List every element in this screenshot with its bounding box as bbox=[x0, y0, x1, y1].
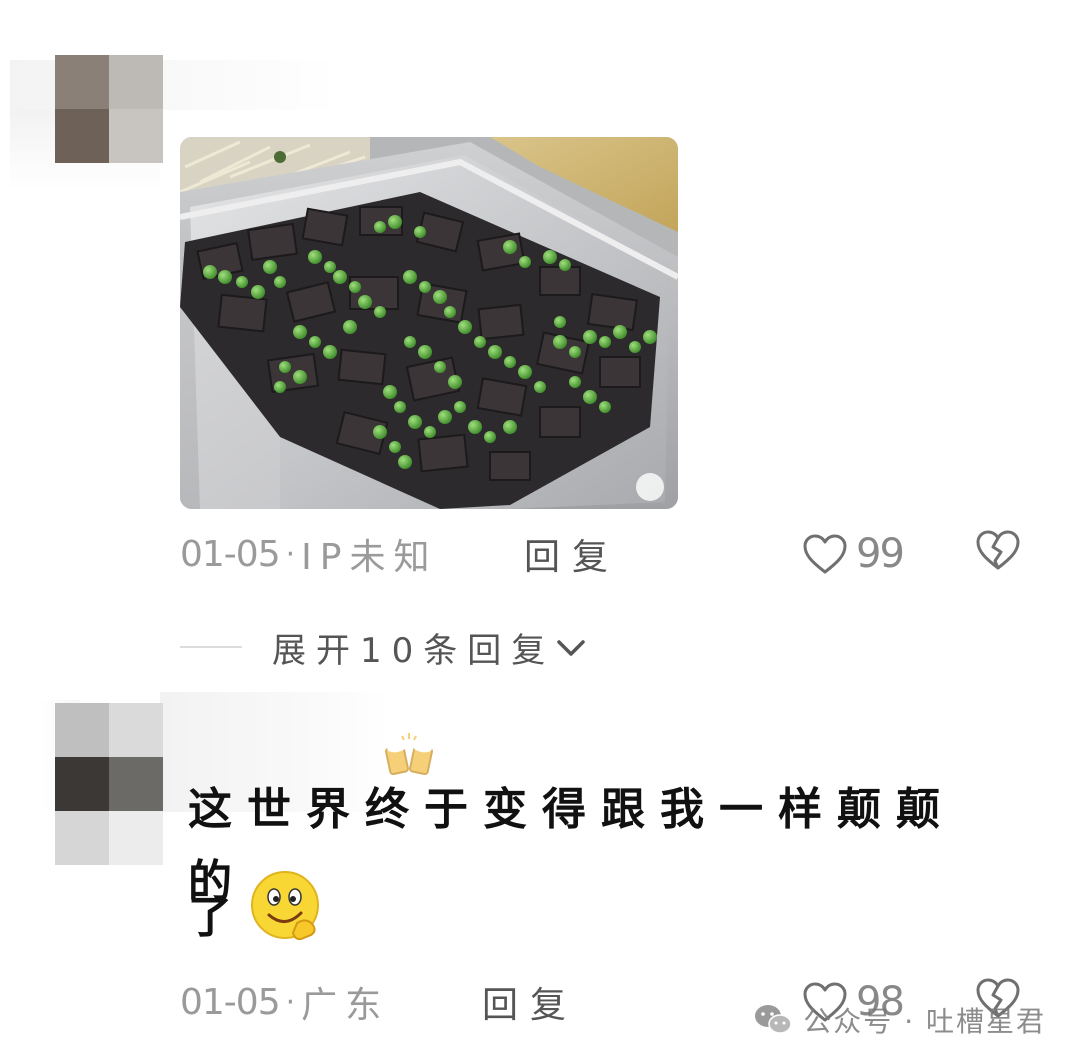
expand-replies-label: 展开10条回复 bbox=[272, 630, 556, 671]
avatar[interactable] bbox=[55, 703, 163, 865]
like-button[interactable]: 99 bbox=[802, 531, 905, 577]
expand-replies-button[interactable]: 展开10条回复 bbox=[180, 622, 587, 672]
divider-line bbox=[180, 646, 242, 648]
avatar[interactable] bbox=[55, 55, 163, 163]
meta-separator: · bbox=[285, 536, 296, 572]
wechat-icon bbox=[755, 1005, 793, 1034]
reply-button[interactable]: 回复 bbox=[482, 976, 578, 1028]
comment-meta: 01-05 · IP未知 回复 99 bbox=[180, 530, 1040, 578]
broken-heart-icon[interactable] bbox=[974, 528, 1022, 581]
reply-button[interactable]: 回复 bbox=[524, 528, 620, 580]
meta-separator: · bbox=[285, 984, 296, 1020]
comment-date: 01-05 bbox=[180, 981, 281, 1023]
smile-thumbs-emoji bbox=[247, 867, 327, 969]
watermark: 公众号 · 吐槽星君 bbox=[753, 1000, 1046, 1040]
comment-location: 广东 bbox=[301, 985, 390, 1026]
comment-image[interactable] bbox=[180, 137, 678, 509]
watermark-text: 公众号 · 吐槽星君 bbox=[803, 1005, 1046, 1038]
comment-text-line-2: 了 bbox=[188, 892, 247, 943]
comment-date: 01-05 bbox=[180, 533, 281, 575]
chevron-down-icon bbox=[557, 640, 586, 656]
comment-body: 这世界终于变得跟我一样颠颠的 了 bbox=[188, 784, 1008, 954]
comment-location: IP未知 bbox=[301, 537, 438, 578]
heart-outline-icon bbox=[803, 534, 847, 574]
like-count: 99 bbox=[856, 531, 905, 577]
